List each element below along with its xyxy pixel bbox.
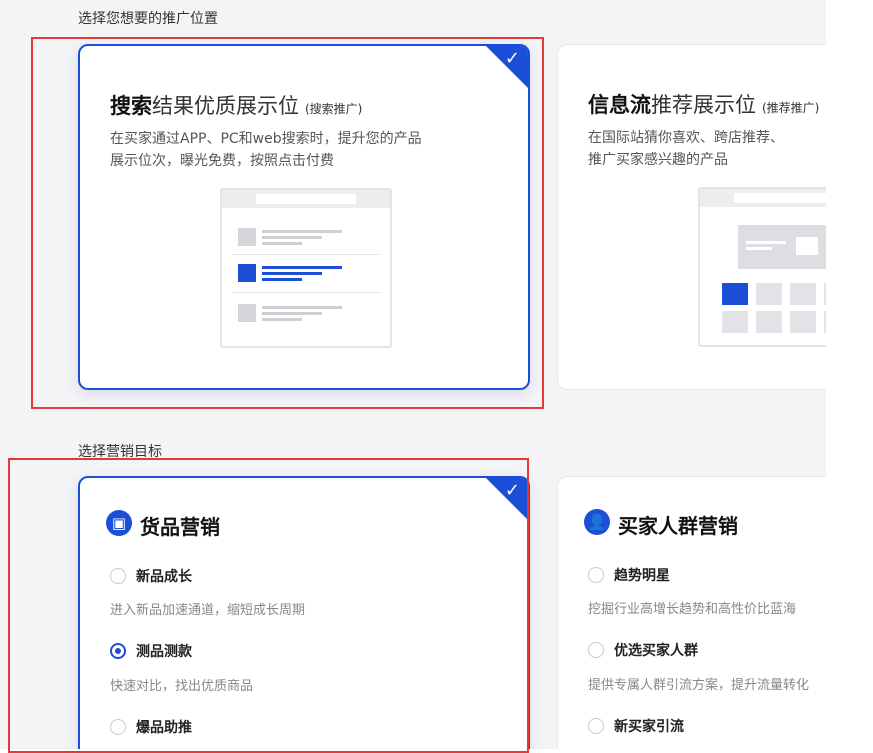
feed-illustration: [698, 187, 826, 347]
option-label: 优选买家人群: [614, 643, 698, 659]
person-icon: 👤: [584, 509, 610, 535]
feed-card-desc: 在国际站猜你喜欢、跨店推荐、 推广买家感兴趣的产品: [588, 130, 784, 168]
feed-card-title: 信息流推荐展示位 (推荐推广): [588, 89, 819, 119]
feed-title-rest: 推荐展示位: [651, 93, 756, 117]
feed-title-small: (推荐推广): [762, 101, 820, 115]
option-label: 新买家引流: [614, 719, 684, 735]
feed-title-bold: 信息流: [588, 93, 651, 117]
highlight-frame-placement: [31, 37, 544, 409]
highlight-frame-goal: [8, 458, 529, 753]
option-desc: 提供专属人群引流方案，提升流量转化: [588, 678, 810, 693]
radio-trend-star[interactable]: [588, 567, 604, 583]
buyer-marketing-title: 买家人群营销: [618, 514, 738, 538]
radio-preferred-buyers[interactable]: [588, 642, 604, 658]
option-desc: 挖掘行业高增长趋势和高性价比蓝海: [588, 602, 797, 617]
option-label: 趋势明星: [614, 568, 670, 584]
placement-section-title: 选择您想要的推广位置: [78, 11, 218, 27]
buyer-marketing-card[interactable]: 👤 买家人群营销 趋势明星 挖掘行业高增长趋势和高性价比蓝海 优选买家人群 提供…: [557, 476, 826, 749]
radio-new-buyers[interactable]: [588, 718, 604, 734]
feed-placement-card[interactable]: 信息流推荐展示位 (推荐推广) 在国际站猜你喜欢、跨店推荐、 推广买家感兴趣的产品: [557, 44, 826, 390]
